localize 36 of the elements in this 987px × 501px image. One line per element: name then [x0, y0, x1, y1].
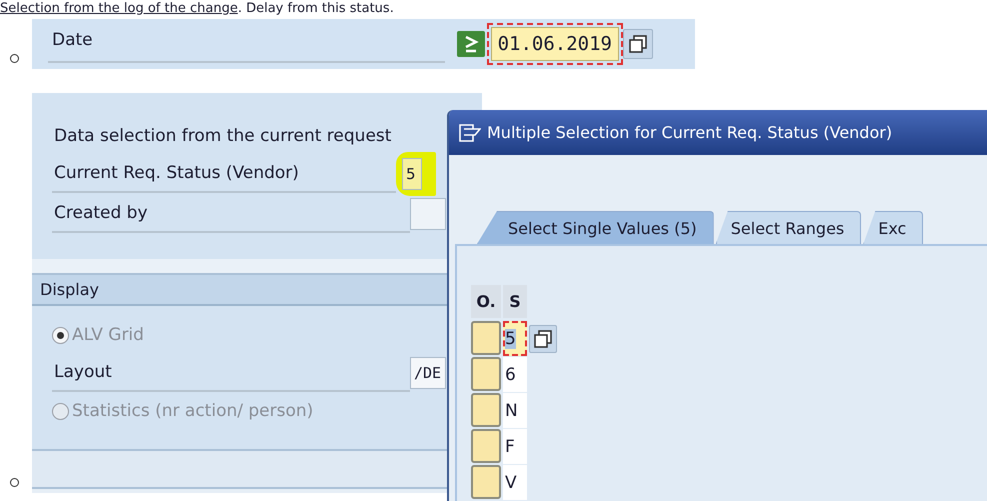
table-cell[interactable]: 5	[503, 321, 527, 356]
row-selector[interactable]	[471, 321, 501, 355]
row-selector[interactable]	[471, 465, 501, 499]
input-field[interactable]	[410, 198, 446, 230]
tab[interactable]: Select Ranges	[716, 211, 862, 244]
change-log-link[interactable]: Selection from the log of the change	[0, 1, 238, 16]
field-label: Layout	[52, 354, 410, 392]
date-label: Date	[48, 19, 445, 63]
multiple-selection-button[interactable]	[529, 324, 557, 352]
row-selector[interactable]	[471, 393, 501, 427]
bullet-icon	[10, 54, 19, 63]
tab[interactable]: Select Single Values (5)	[477, 211, 714, 244]
column-header: S	[503, 285, 527, 318]
multiple-selection-icon	[628, 34, 648, 54]
table-cell[interactable]: V	[503, 465, 527, 500]
table-cell[interactable]: 6	[503, 357, 527, 392]
intro-text: Selection from the log of the change. Delay from this status.	[0, 0, 394, 17]
row-selector[interactable]	[471, 357, 501, 391]
radio-label: Statistics (nr action/ person)	[72, 401, 314, 421]
dialog-title: Multiple Selection for Current Req. Status (Vendor)	[487, 123, 892, 142]
tab[interactable]: Exc	[863, 211, 924, 244]
input-field[interactable]: 5	[402, 158, 422, 190]
field-label: Created by	[52, 195, 410, 233]
bullet-icon	[10, 478, 19, 487]
table-cell[interactable]: N	[503, 393, 527, 428]
field-label: Current Req. Status (Vendor)	[52, 155, 396, 193]
input-field[interactable]: /DE	[410, 357, 446, 389]
table-cell[interactable]: F	[503, 429, 527, 464]
section-heading: Data selection from the current request	[53, 125, 392, 148]
multiple-selection-button[interactable]	[623, 29, 653, 59]
radio-label: ALV Grid	[72, 325, 144, 345]
greater-equal-icon[interactable]	[456, 31, 485, 57]
row-selector[interactable]	[471, 429, 501, 463]
dialog-icon	[459, 124, 481, 142]
multiple-selection-icon	[533, 328, 553, 348]
column-header: O.	[471, 285, 501, 318]
